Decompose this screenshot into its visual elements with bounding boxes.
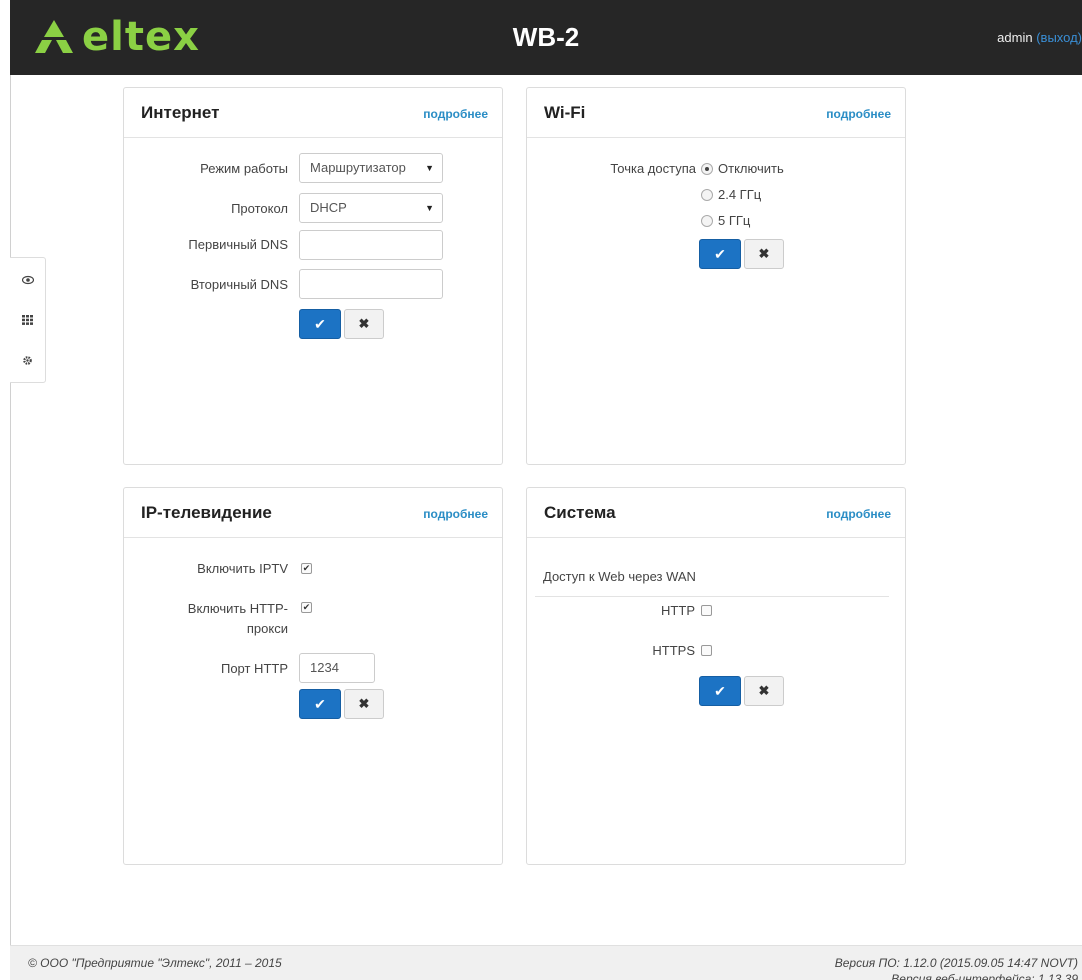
wifi-apply-button[interactable]: ✔: [699, 239, 741, 269]
check-icon: ✔: [714, 245, 726, 262]
dns2-label: Вторичный DNS: [190, 277, 288, 292]
panel-title: Система: [544, 503, 616, 522]
gear-icon[interactable]: [10, 340, 45, 380]
iptv-apply-button[interactable]: ✔: [299, 689, 341, 719]
username: admin: [997, 30, 1033, 45]
mode-label: Режим работы: [200, 161, 288, 176]
firmware-version: Версия ПО: 1.12.0 (2015.09.05 14:47 NOVT…: [834, 956, 1078, 970]
mode-select-value: Маршрутизатор: [310, 160, 406, 175]
close-icon: ✖: [758, 683, 770, 698]
system-apply-button[interactable]: ✔: [699, 676, 741, 706]
wan-access-label: Доступ к Web через WAN: [543, 569, 696, 584]
https-checkbox[interactable]: [701, 645, 712, 656]
check-icon: ✔: [314, 695, 326, 712]
panel-title: Интернет: [141, 103, 220, 122]
dns1-label: Первичный DNS: [188, 237, 288, 252]
section-divider: [535, 596, 889, 597]
dns2-input[interactable]: [299, 269, 443, 299]
internet-apply-button[interactable]: ✔: [299, 309, 341, 339]
system-cancel-button[interactable]: ✖: [744, 676, 784, 706]
http-label: HTTP: [661, 603, 695, 618]
close-icon: ✖: [758, 246, 770, 261]
enable-proxy-checkbox[interactable]: ✔: [301, 602, 312, 613]
iptv-panel-header: IP-телевидение подробнее: [124, 488, 502, 538]
close-icon: ✖: [358, 696, 370, 711]
radio-ap-5[interactable]: [701, 215, 713, 227]
dns1-input[interactable]: [299, 230, 443, 260]
wifi-panel: Wi-Fi подробнее Точка доступа Отключить …: [526, 87, 906, 465]
copyright-text: © ООО "Предприятие "Элтекс", 2011 – 2015: [28, 956, 282, 970]
eye-icon[interactable]: [10, 260, 45, 300]
ap-label: Точка доступа: [610, 161, 696, 176]
iptv-cancel-button[interactable]: ✖: [344, 689, 384, 719]
check-icon: ✔: [714, 682, 726, 699]
radio-ap-24[interactable]: [701, 189, 713, 201]
logout-link[interactable]: (выход): [1036, 30, 1082, 45]
wifi-panel-header: Wi-Fi подробнее: [527, 88, 905, 138]
panel-title: Wi-Fi: [544, 103, 586, 122]
system-panel: Система подробнее Доступ к Web через WAN…: [526, 487, 906, 865]
close-icon: ✖: [358, 316, 370, 331]
web-ui-version: Версия веб-интерфейса: 1.13.39: [891, 972, 1078, 980]
internet-panel-header: Интернет подробнее: [124, 88, 502, 138]
http-checkbox[interactable]: [701, 605, 712, 616]
https-label: HTTPS: [652, 643, 695, 658]
wifi-more-link[interactable]: подробнее: [826, 107, 891, 121]
chevron-down-icon: ▼: [425, 203, 434, 213]
system-panel-header: Система подробнее: [527, 488, 905, 538]
device-title: WB-2: [512, 22, 580, 52]
protocol-select-value: DHCP: [310, 200, 347, 215]
side-toolbar: [10, 257, 46, 383]
check-icon: ✔: [314, 315, 326, 332]
content-border: [10, 75, 11, 945]
iptv-panel: IP-телевидение подробнее Включить IPTV ✔…: [123, 487, 503, 865]
port-input[interactable]: 1234: [299, 653, 375, 683]
enable-iptv-checkbox[interactable]: ✔: [301, 563, 312, 574]
grid-icon[interactable]: [10, 300, 45, 340]
system-more-link[interactable]: подробнее: [826, 507, 891, 521]
radio-ap-5-label: 5 ГГц: [718, 213, 751, 228]
page-footer: © ООО "Предприятие "Элтекс", 2011 – 2015…: [10, 945, 1082, 980]
internet-more-link[interactable]: подробнее: [423, 107, 488, 121]
chevron-down-icon: ▼: [425, 163, 434, 173]
iptv-more-link[interactable]: подробнее: [423, 507, 488, 521]
port-label: Порт HTTP: [220, 661, 288, 676]
wifi-cancel-button[interactable]: ✖: [744, 239, 784, 269]
enable-proxy-label: Включить HTTP-: [187, 601, 288, 616]
panel-title: IP-телевидение: [141, 503, 272, 522]
radio-ap-24-label: 2.4 ГГц: [718, 187, 762, 202]
protocol-label: Протокол: [231, 201, 288, 216]
enable-iptv-label: Включить IPTV: [197, 561, 288, 576]
radio-ap-off[interactable]: [701, 163, 713, 175]
enable-proxy-label-2: прокси: [246, 621, 288, 636]
top-header: eltex WB-2 admin (выход): [10, 0, 1082, 75]
radio-ap-off-label: Отключить: [718, 161, 784, 176]
internet-panel: Интернет подробнее Режим работы Маршрути…: [123, 87, 503, 465]
mode-select[interactable]: Маршрутизатор ▼: [299, 153, 443, 183]
internet-cancel-button[interactable]: ✖: [344, 309, 384, 339]
protocol-select[interactable]: DHCP ▼: [299, 193, 443, 223]
user-area: admin (выход): [997, 0, 1082, 75]
